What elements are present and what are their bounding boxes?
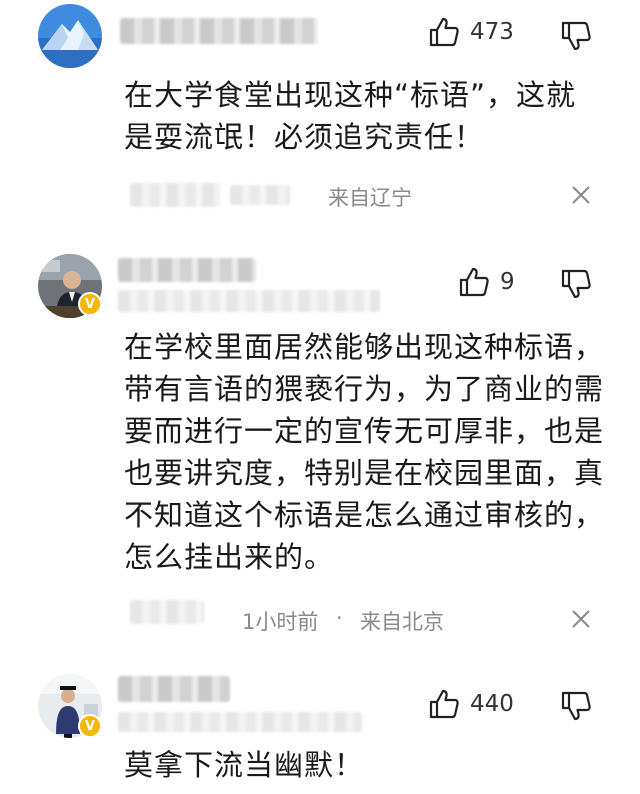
thumbs-up-icon <box>429 17 459 47</box>
like-button[interactable]: 440 <box>428 688 514 720</box>
thumbs-down-icon <box>561 21 591 51</box>
like-count: 473 <box>470 19 514 45</box>
reply-info-redacted <box>130 183 220 207</box>
reply-info-redacted <box>130 600 204 624</box>
comment-time: 1小时前 <box>242 610 319 634</box>
comment-item: V 440 莫拿下流当幽默！ <box>0 664 640 794</box>
like-button[interactable]: 473 <box>428 16 514 48</box>
dislike-button[interactable] <box>560 268 592 304</box>
comment-text: 在大学食堂出现这种“标语”，这就是耍流氓！必须追究责任！ <box>124 78 577 154</box>
comment-text: 莫拿下流当幽默！ <box>124 748 365 782</box>
comment-text: 在学校里面居然能够出现这种标语，带有言语的猥亵行为，为了商业的需要而进行一定的宣… <box>124 330 605 574</box>
username-redacted <box>118 676 230 702</box>
like-button[interactable]: 9 <box>458 266 515 298</box>
thumbs-down-icon <box>561 269 591 299</box>
avatar-image <box>38 4 102 68</box>
comment-location: 来自辽宁 <box>328 186 412 210</box>
dismiss-button[interactable] <box>570 184 592 210</box>
username-redacted <box>118 258 256 282</box>
close-icon <box>572 186 590 204</box>
thumbs-down-icon <box>561 691 591 721</box>
dislike-button[interactable] <box>560 690 592 726</box>
comment-location: 来自北京 <box>360 610 444 634</box>
thumbs-up-icon <box>429 689 459 719</box>
meta-separator: · <box>336 606 343 630</box>
close-icon <box>572 610 590 628</box>
user-bio-redacted <box>118 290 380 312</box>
comment-item: 473 在大学食堂出现这种“标语”，这就是耍流氓！必须追究责任！ 来自辽宁 <box>0 0 640 230</box>
username-redacted <box>120 18 318 44</box>
verified-badge-icon: V <box>78 292 102 316</box>
user-bio-redacted <box>118 712 362 732</box>
dismiss-button[interactable] <box>570 608 592 634</box>
dislike-button[interactable] <box>560 20 592 56</box>
comment-item: V 9 在学校里面居然能够出现这种标语，带有言语的猥亵行为，为了商业的需要而进行… <box>0 240 640 660</box>
like-count: 440 <box>470 691 514 717</box>
avatar[interactable] <box>38 4 102 68</box>
verified-badge-icon: V <box>78 714 102 738</box>
like-count: 9 <box>500 269 515 295</box>
thumbs-up-icon <box>459 267 489 297</box>
time-redacted <box>230 185 290 205</box>
